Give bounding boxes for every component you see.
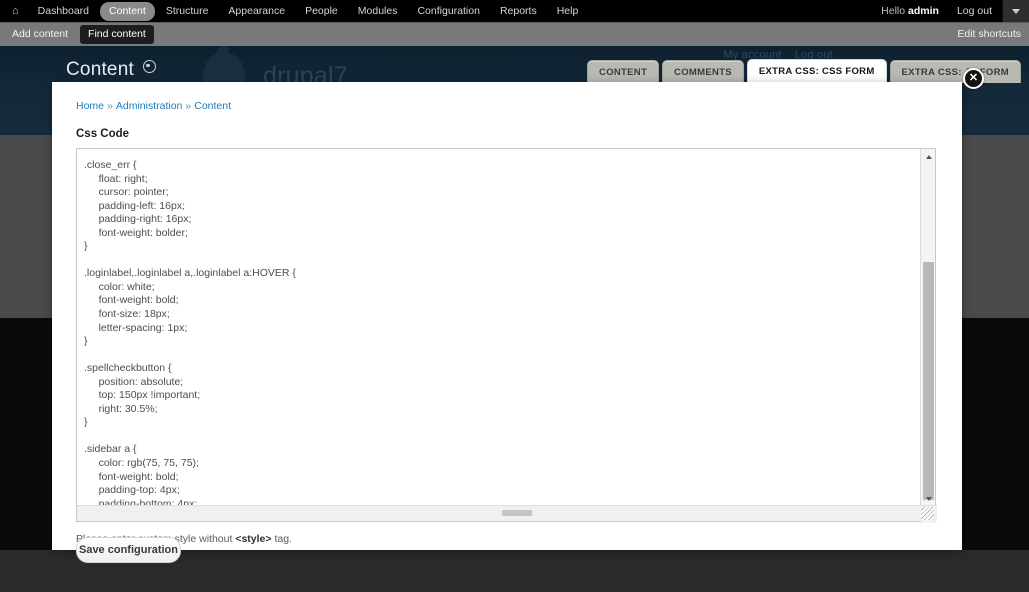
tab-extra-css-css-form[interactable]: EXTRA CSS: CSS FORM xyxy=(746,59,887,83)
drag-handle-icon[interactable] xyxy=(502,510,532,516)
shortcut-find-content[interactable]: Find content xyxy=(80,25,154,44)
toolbar-collapse-button[interactable] xyxy=(1002,0,1029,22)
description-tag: <style> xyxy=(235,533,272,545)
primary-tabs: CONTENT COMMENTS EXTRA CSS: CSS FORM EXT… xyxy=(587,59,1021,83)
breadcrumb-item-administration[interactable]: Administration xyxy=(116,100,183,112)
shortcut-add-content[interactable]: Add content xyxy=(4,25,76,44)
css-code-label: Css Code xyxy=(76,128,130,140)
username[interactable]: admin xyxy=(908,5,939,17)
toolbar-item-configuration[interactable]: Configuration xyxy=(408,2,488,21)
gear-icon[interactable] xyxy=(142,60,156,73)
toolbar-item-reports[interactable]: Reports xyxy=(491,2,546,21)
toolbar-item-structure[interactable]: Structure xyxy=(157,2,218,21)
scroll-up-arrow-icon[interactable] xyxy=(921,149,936,164)
toolbar-item-content[interactable]: Content xyxy=(100,1,155,21)
greeting-prefix: Hello xyxy=(881,5,909,17)
toolbar-greeting: Hello admin xyxy=(873,5,947,17)
toolbar-item-appearance[interactable]: Appearance xyxy=(219,2,294,21)
toolbar-logout-link[interactable]: Log out xyxy=(947,5,1002,17)
shortcut-bar: Add content Find content Edit shortcuts xyxy=(0,22,1029,46)
breadcrumb-item-content[interactable]: Content xyxy=(194,100,231,112)
textarea-footer xyxy=(77,505,937,521)
admin-toolbar: ⌂ Dashboard Content Structure Appearance… xyxy=(0,0,1029,46)
scrollbar-thumb[interactable] xyxy=(923,262,934,500)
breadcrumb-separator: » xyxy=(107,100,113,112)
textarea-scrollbar[interactable] xyxy=(920,149,935,523)
scroll-down-arrow-icon[interactable] xyxy=(921,491,936,506)
toolbar-item-people[interactable]: People xyxy=(296,2,347,21)
breadcrumb-separator: » xyxy=(185,100,192,112)
toolbar-main-row: ⌂ Dashboard Content Structure Appearance… xyxy=(0,0,1029,22)
page-title: Content xyxy=(66,59,156,81)
description-suffix: tag. xyxy=(271,533,292,545)
css-form-modal: ✕ Home» Administration» Content Css Code .… xyxy=(52,68,984,550)
toolbar-item-dashboard[interactable]: Dashboard xyxy=(29,2,98,21)
css-code-input[interactable]: .close_err { float: right; cursor: point… xyxy=(77,149,915,507)
modal-body: Home» Administration» Content Css Code .cl… xyxy=(52,82,962,545)
tab-comments[interactable]: COMMENTS xyxy=(662,60,744,83)
toolbar-user-area: Hello admin Log out xyxy=(873,0,1029,22)
edit-shortcuts-link[interactable]: Edit shortcuts xyxy=(957,23,1021,46)
chevron-down-icon xyxy=(1012,8,1020,14)
toolbar-item-modules[interactable]: Modules xyxy=(349,2,407,21)
css-code-textarea-wrapper: .close_err { float: right; cursor: point… xyxy=(76,148,937,523)
toolbar-item-help[interactable]: Help xyxy=(548,2,588,21)
breadcrumb-item-home[interactable]: Home xyxy=(76,100,104,112)
tab-extra-css-js-form[interactable]: EXTRA CSS: JS FORM xyxy=(889,60,1021,83)
css-code-description: Please enter custom style without <style… xyxy=(76,533,938,545)
resize-grip-icon[interactable] xyxy=(921,507,934,520)
close-icon[interactable]: ✕ xyxy=(963,68,984,89)
home-icon[interactable]: ⌂ xyxy=(0,0,28,22)
page-title-text: Content xyxy=(66,59,134,80)
tab-content[interactable]: CONTENT xyxy=(587,60,660,83)
breadcrumb: Home» Administration» Content xyxy=(76,100,938,112)
save-configuration-button[interactable]: Save configuration xyxy=(76,537,181,563)
